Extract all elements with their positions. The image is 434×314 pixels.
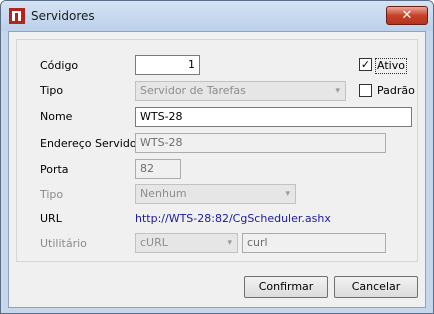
tipo-select[interactable]: Servidor de Tarefas ▾ (135, 81, 346, 101)
porta-field[interactable]: 82 (135, 159, 181, 179)
codigo-label: Código (40, 59, 79, 72)
url-link[interactable]: http://WTS-28:82/CgScheduler.ashx (135, 212, 331, 226)
servidores-dialog: Servidores ✕ Código 1 ✓ Ativo Tipo Servi… (0, 0, 434, 314)
close-button[interactable]: ✕ (386, 6, 428, 25)
nome-field[interactable]: WTS-28 (135, 107, 412, 127)
utilitario-command-field[interactable]: curl (242, 233, 386, 253)
cancelar-button[interactable]: Cancelar (334, 276, 418, 298)
tipo-protocolo-label: Tipo (40, 188, 64, 201)
porta-label: Porta (40, 163, 69, 176)
chevron-down-icon: ▾ (227, 238, 232, 248)
form-group: Código 1 ✓ Ativo Tipo Servidor de Tarefa… (16, 39, 418, 262)
tipo-label: Tipo (40, 84, 64, 97)
tipo-protocolo-value: Nenhum (140, 187, 187, 200)
codigo-field[interactable]: 1 (135, 55, 200, 75)
url-label: URL (40, 212, 62, 225)
utilitario-label: Utilitário (40, 237, 87, 250)
endereco-label: Endereço Servidor (40, 137, 142, 150)
utilitario-select-value: cURL (140, 236, 168, 249)
app-icon (9, 8, 25, 24)
nome-label: Nome (40, 110, 73, 123)
chevron-down-icon: ▾ (285, 189, 290, 199)
tipo-select-value: Servidor de Tarefas (140, 84, 246, 97)
ativo-checkbox[interactable]: ✓ (359, 58, 372, 71)
utilitario-select[interactable]: cURL ▾ (135, 233, 238, 253)
endereco-field[interactable]: WTS-28 (135, 133, 386, 153)
window-title: Servidores (31, 9, 95, 23)
padrao-label: Padrão (377, 84, 415, 97)
chevron-down-icon: ▾ (335, 86, 340, 96)
dialog-body: Código 1 ✓ Ativo Tipo Servidor de Tarefa… (8, 31, 426, 308)
confirmar-button[interactable]: Confirmar (244, 276, 328, 298)
ativo-label[interactable]: Ativo (375, 58, 407, 74)
padrao-checkbox[interactable] (359, 84, 372, 97)
tipo-protocolo-select[interactable]: Nenhum ▾ (135, 184, 296, 204)
title-bar: Servidores ✕ (1, 1, 433, 31)
